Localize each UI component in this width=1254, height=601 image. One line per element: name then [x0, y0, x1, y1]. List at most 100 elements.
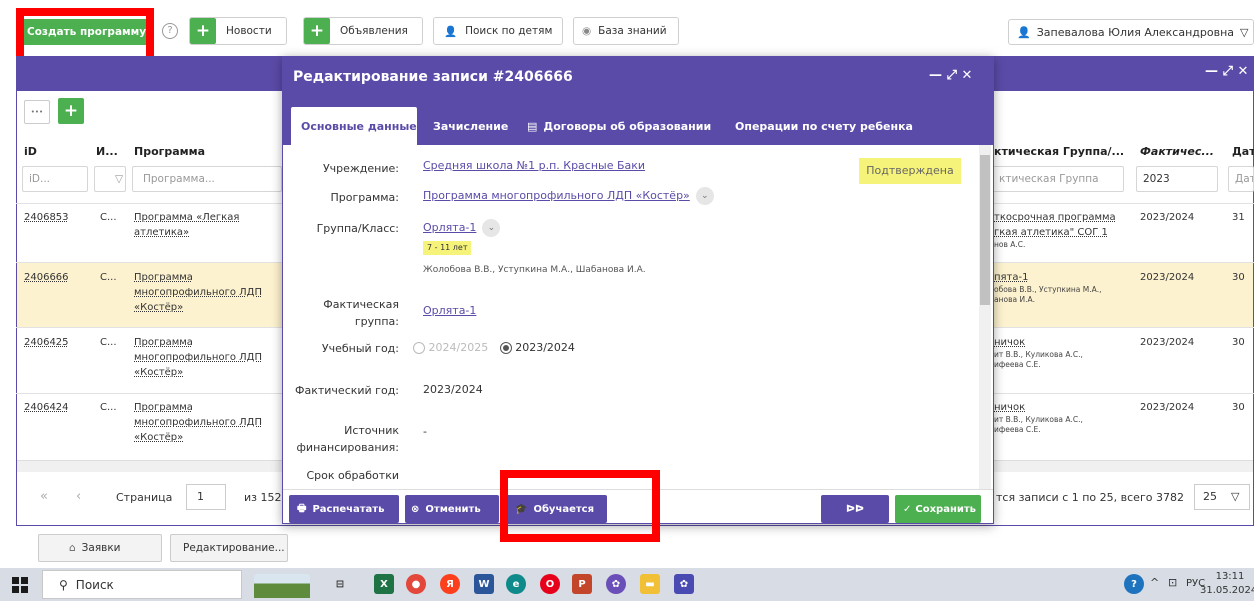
chevron-down-icon[interactable]: ⌄ — [482, 219, 501, 237]
chevron-down-icon[interactable]: ⌄ — [695, 187, 714, 205]
tray-network-icon[interactable]: ⊡ — [1168, 576, 1177, 589]
print-button[interactable]: 🖶 Распечатать — [289, 495, 399, 523]
col-header-date[interactable]: Дата — [1232, 145, 1254, 158]
edge-icon[interactable]: e — [506, 574, 526, 594]
windows-start-icon[interactable] — [12, 577, 28, 593]
pager-per-page-select[interactable]: 25 ▽ — [1194, 484, 1250, 510]
tab-contracts[interactable]: ▤ Договоры об образовании — [527, 107, 711, 145]
modal-scrollbar-thumb[interactable] — [980, 155, 990, 305]
fact-year-value: 2023/2024 — [423, 383, 483, 396]
modal-window-controls[interactable]: — ⤢ ✕ — [929, 68, 972, 83]
pager-prev-icon[interactable]: ‹ — [76, 489, 81, 504]
col-header-fact-group[interactable]: ктическая Группа/... — [994, 145, 1124, 158]
row-program-line[interactable]: многопрофильного ЛДП — [134, 285, 262, 300]
tab-child-account[interactable]: Операции по счету ребенка — [735, 107, 913, 145]
col-header-id[interactable]: iD — [24, 145, 37, 158]
year-option-2024[interactable]: 2024/2025 — [429, 341, 489, 354]
chrome-icon[interactable]: ● — [406, 574, 426, 594]
row-id[interactable]: 2406853 — [24, 210, 69, 225]
program-value[interactable]: Программа многопрофильного ЛДП «Костёр» ⌄ — [423, 187, 714, 205]
group-value[interactable]: Орлята-1 ⌄ — [423, 219, 501, 237]
save-label: Сохранить — [915, 503, 976, 515]
row-program-line[interactable]: Программа — [134, 400, 193, 415]
row-id[interactable]: 2406666 — [24, 270, 69, 285]
school-year-label: Учебный год: — [321, 342, 399, 355]
row-group-line[interactable]: ничок — [994, 400, 1025, 415]
row-program-line[interactable]: многопрофильного ЛДП — [134, 350, 262, 365]
modal-title-bar: Редактирование записи #2406666 — [283, 57, 993, 97]
powerpoint-icon[interactable]: P — [572, 574, 592, 594]
tray-date[interactable]: 31.05.2024 — [1200, 585, 1254, 596]
row-program-line[interactable]: «Костёр» — [134, 430, 183, 445]
row-id[interactable]: 2406425 — [24, 335, 69, 350]
filter-fact-group[interactable]: ктическая Группа — [992, 166, 1124, 192]
opera-icon[interactable]: O — [540, 574, 560, 594]
institution-link[interactable]: Средняя школа №1 р.п. Красные Баки — [423, 159, 645, 172]
radio-unselected[interactable] — [413, 342, 425, 354]
app-icon-2[interactable]: ✿ — [674, 574, 694, 594]
row-program-line[interactable]: «Костёр» — [134, 365, 183, 380]
grid-menu-button[interactable]: ••• — [24, 100, 50, 124]
file-explorer-icon[interactable]: ▬ — [640, 574, 660, 594]
row-program-line[interactable]: многопрофильного ЛДП — [134, 415, 262, 430]
filter-i[interactable]: ▽ — [94, 166, 126, 192]
row-program-line[interactable]: Программа «Легкая — [134, 210, 239, 225]
next-step-button[interactable]: ᐅᐅ — [821, 495, 889, 523]
program-link[interactable]: Программа многопрофильного ЛДП «Костёр» — [423, 189, 690, 202]
grid-window-controls[interactable]: — ⤢ ✕ — [1205, 64, 1248, 79]
radio-selected[interactable] — [499, 342, 512, 354]
taskbar-search[interactable]: ⚲ Поиск — [42, 570, 242, 599]
fact-group-link[interactable]: Орлята-1 — [423, 304, 476, 317]
cancel-label: Отменить — [425, 503, 481, 515]
bottom-tab-editing[interactable]: Редактирование... — [170, 534, 288, 562]
knowledge-base-button[interactable]: ◉ База знаний — [573, 17, 679, 45]
group-link[interactable]: Орлята-1 — [423, 221, 476, 234]
children-search-button[interactable]: 👤 Поиск по детям — [433, 17, 563, 45]
word-icon[interactable]: W — [474, 574, 494, 594]
ads-button[interactable]: + Объявления — [303, 17, 423, 45]
row-group-line[interactable]: ничок — [994, 335, 1025, 350]
row-program-line[interactable]: «Костёр» — [134, 300, 183, 315]
user-menu[interactable]: 👤 Запевалова Юлия Александровна ▽ — [1008, 19, 1254, 45]
news-button[interactable]: + Новости — [189, 17, 287, 45]
row-group-line[interactable]: гкая атлетика" СОГ 1 — [994, 225, 1108, 240]
row-program-line[interactable]: Программа — [134, 270, 193, 285]
col-header-program[interactable]: Программа — [134, 145, 205, 158]
row-date: 30 — [1232, 402, 1245, 413]
group-teachers: Жолобова В.В., Уступкина М.А., Шабанова … — [423, 265, 646, 275]
row-program-line[interactable]: Программа — [134, 335, 193, 350]
start-square — [12, 577, 19, 584]
year-option-2023[interactable]: 2023/2024 — [515, 341, 575, 354]
app-icon[interactable]: ✿ — [606, 574, 626, 594]
yandex-icon[interactable]: Я — [440, 574, 460, 594]
row-program-line[interactable]: атлетика» — [134, 225, 189, 240]
save-button[interactable]: ✓ Сохранить — [895, 495, 981, 523]
cancel-button[interactable]: ⊗ Отменить — [405, 495, 499, 523]
tab-main-data[interactable]: Основные данные — [291, 107, 417, 145]
filter-fact-year[interactable]: 2023 — [1136, 166, 1218, 192]
col-header-i[interactable]: И... — [96, 145, 118, 158]
modal-title: Редактирование записи #2406666 — [293, 69, 573, 85]
row-id[interactable]: 2406424 — [24, 400, 69, 415]
help-icon[interactable]: ? — [162, 23, 178, 39]
tray-chevron-up-icon[interactable]: ^ — [1150, 576, 1159, 589]
tray-time[interactable]: 13:11 — [1208, 571, 1252, 582]
fact-group-label-2: группа: — [354, 315, 399, 328]
add-record-button[interactable]: + — [58, 98, 84, 124]
col-header-fact-year[interactable]: Фактичес... — [1140, 145, 1214, 158]
tab-enrollment[interactable]: Зачисление — [433, 107, 508, 145]
filter-program[interactable]: Программа... — [132, 166, 282, 192]
pager-page-input[interactable]: 1 — [186, 484, 226, 510]
help-tray-icon[interactable]: ? — [1124, 574, 1144, 594]
row-group-line[interactable]: ткосрочная программа — [994, 210, 1116, 225]
edit-record-modal: Редактирование записи #2406666 — ⤢ ✕ Осн… — [282, 56, 994, 524]
row-fact-year: 2023/2024 — [1140, 337, 1195, 348]
task-view-icon[interactable]: ⊟ — [330, 574, 350, 594]
excel-icon[interactable]: X — [374, 574, 394, 594]
row-group-teachers: ит В.В., Куликова А.С., — [994, 350, 1083, 359]
bottom-tab-requests[interactable]: ⌂ Заявки — [38, 534, 162, 562]
row-group-line[interactable]: пята-1 — [994, 270, 1028, 285]
pager-first-icon[interactable]: « — [40, 489, 48, 504]
filter-date[interactable]: Дат — [1228, 166, 1254, 192]
filter-id[interactable]: iD... — [22, 166, 88, 192]
